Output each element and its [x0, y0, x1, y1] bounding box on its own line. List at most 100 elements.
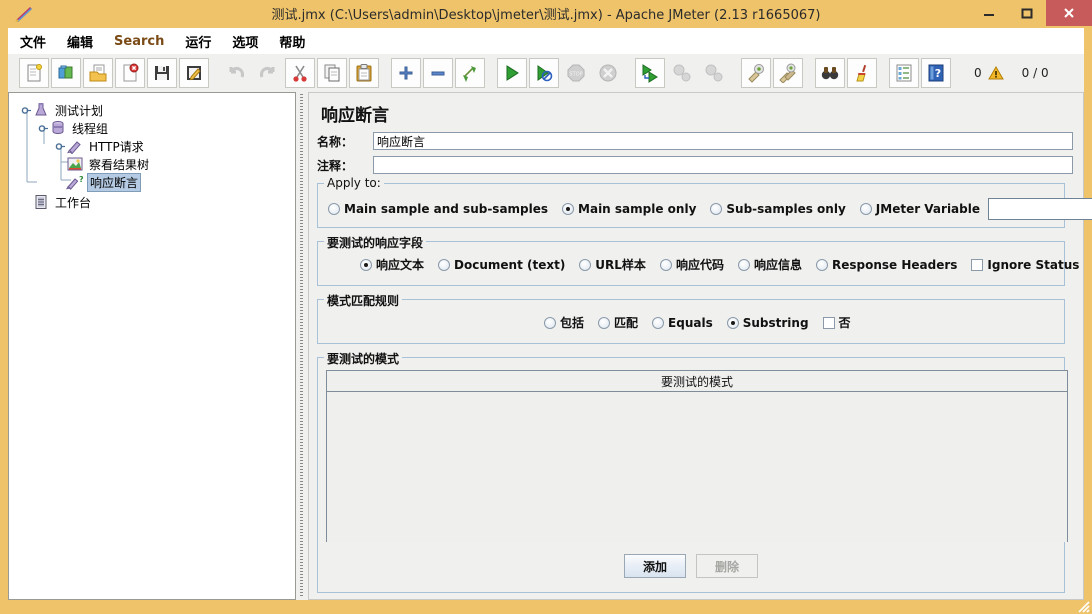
remote-stop-all-icon	[673, 64, 691, 82]
thread-group-icon	[52, 121, 64, 134]
menu-options[interactable]: 选项	[223, 29, 267, 54]
close-file-icon	[123, 63, 139, 82]
name-input[interactable]: 响应断言	[373, 132, 1073, 150]
toolbar-separator-2	[380, 58, 390, 88]
toggle-icon	[463, 66, 476, 82]
page-title: 响应断言	[321, 106, 389, 126]
radio-matches[interactable]: 匹配	[598, 314, 638, 331]
radio-indicator	[859, 203, 872, 215]
expand-handle-icon[interactable]	[38, 123, 49, 134]
radio-indicator	[328, 203, 340, 215]
radio-indicator	[652, 316, 665, 329]
panel-splitter[interactable]	[297, 92, 306, 600]
checkbox-indicator	[971, 258, 984, 271]
toolbar-cut-button[interactable]	[285, 58, 315, 88]
radio-equals[interactable]: Equals	[652, 316, 713, 330]
menu-search[interactable]: Search	[105, 31, 173, 52]
radio-indicator	[710, 203, 723, 215]
toolbar-remote-start-all-button[interactable]	[635, 58, 665, 88]
apply-to-group: Apply to: Main sample and sub-samples Ma…	[317, 176, 1092, 228]
save-as-icon	[187, 66, 201, 81]
toolbar-stop-button: STOP	[561, 58, 591, 88]
toolbar-clear-all-button[interactable]	[773, 58, 803, 88]
toolbar-open-button[interactable]	[83, 58, 113, 88]
menu-edit[interactable]: 编辑	[58, 29, 102, 54]
radio-indicator	[659, 258, 672, 271]
radio-contains[interactable]: 包括	[544, 314, 584, 331]
tree-node-http-request[interactable]: HTTP请求	[9, 137, 295, 155]
radio-substring[interactable]: Substring	[726, 316, 809, 330]
expand-handle-icon[interactable]	[21, 105, 32, 116]
radio-response-message[interactable]: 响应信息	[737, 256, 802, 273]
radio-sub-samples-only[interactable]: Sub-samples only	[710, 202, 846, 216]
toolbar-separator-8	[952, 58, 962, 88]
radio-jmeter-variable[interactable]: JMeter Variable	[859, 202, 980, 216]
toolbar-search-button[interactable]	[815, 58, 845, 88]
toolbar-templates-button[interactable]	[51, 58, 81, 88]
toolbar-start-no-timers-button[interactable]	[529, 58, 559, 88]
templates-icon	[58, 65, 73, 79]
patterns-table-body[interactable]	[327, 392, 1067, 542]
radio-indicator	[438, 258, 451, 271]
toolbar-function-helper-button[interactable]	[889, 58, 919, 88]
response-field-group: 要测试的响应字段 响应文本 Document (text) URL样本 响应代码…	[317, 234, 1079, 286]
radio-label: Response Headers	[831, 257, 958, 272]
tree-node-view-results-tree[interactable]: 察看结果树	[9, 155, 295, 173]
radio-label: Equals	[668, 315, 713, 330]
toolbar-new-button[interactable]	[19, 58, 49, 88]
toolbar-clear-button[interactable]	[741, 58, 771, 88]
toolbar-redo-button	[253, 58, 283, 88]
patterns-title: 要测试的模式	[324, 350, 403, 367]
toolbar-paste-button[interactable]	[349, 58, 379, 88]
test-plan-tree[interactable]: 测试计划 线程组 HTTP请求 察看结果树 ? 响应断言 工作台	[8, 92, 296, 600]
menu-run[interactable]: 运行	[176, 29, 220, 54]
copy-icon	[324, 64, 340, 82]
radio-indicator	[579, 258, 592, 271]
tree-node-test-plan[interactable]: 测试计划	[9, 101, 295, 119]
toolbar-collapse-all-button[interactable]	[423, 58, 453, 88]
toolbar-save-as-button[interactable]	[179, 58, 209, 88]
tree-node-workbench[interactable]: 工作台	[9, 193, 295, 211]
radio-main-sample-only[interactable]: Main sample only	[562, 202, 696, 216]
minimize-button[interactable]	[970, 0, 1008, 26]
menu-file[interactable]: 文件	[11, 29, 55, 54]
toolbar-expand-all-button[interactable]	[391, 58, 421, 88]
tree-node-response-assertion[interactable]: ? 响应断言	[9, 172, 295, 192]
name-field-row: 名称： 响应断言	[317, 131, 1077, 151]
toolbar-copy-button[interactable]	[317, 58, 347, 88]
jmeter-variable-input[interactable]	[988, 198, 1092, 220]
radio-label: Main sample and sub-samples	[344, 202, 549, 216]
title-bar: 测试.jmx (C:\Users\admin\Desktop\jmeter\测试…	[0, 0, 1092, 28]
radio-document-text[interactable]: Document (text)	[438, 258, 565, 272]
checkbox-ignore-status[interactable]: Ignore Status	[971, 258, 1079, 272]
tree-node-thread-group[interactable]: 线程组	[9, 119, 295, 137]
window-resize-grip[interactable]	[1076, 599, 1090, 613]
checkbox-not[interactable]: 否	[822, 314, 851, 331]
menu-help[interactable]: 帮助	[270, 29, 314, 54]
toolbar-help-button[interactable]: ?	[921, 58, 951, 88]
warning-count: 0	[974, 66, 982, 80]
expand-handle-icon[interactable]	[55, 141, 66, 152]
radio-response-text[interactable]: 响应文本	[360, 256, 424, 273]
toolbar-remote-stop-all-button	[667, 58, 697, 88]
toolbar-close-button[interactable]	[115, 58, 145, 88]
radio-response-headers[interactable]: Response Headers	[815, 257, 958, 272]
clear-all-icon	[779, 63, 796, 83]
radio-main-sample-and-sub-samples[interactable]: Main sample and sub-samples	[328, 202, 548, 216]
patterns-group: 要测试的模式 要测试的模式 添加 删除	[317, 350, 1068, 593]
radio-label: Document (text)	[454, 257, 566, 272]
close-button[interactable]	[1046, 0, 1092, 26]
maximize-button[interactable]	[1008, 0, 1046, 26]
comment-input[interactable]	[373, 156, 1073, 174]
toolbar-save-button[interactable]	[147, 58, 177, 88]
patterns-table[interactable]: 要测试的模式	[326, 370, 1068, 542]
toolbar-search-reset-button[interactable]	[847, 58, 877, 88]
toolbar-toggle-button[interactable]	[455, 58, 485, 88]
cut-icon	[293, 65, 307, 82]
radio-response-code[interactable]: 响应代码	[659, 256, 724, 273]
add-pattern-button[interactable]: 添加	[624, 554, 686, 578]
warning-triangle-icon[interactable]	[987, 65, 1004, 81]
radio-url-sample[interactable]: URL样本	[579, 256, 646, 273]
toolbar-start-button[interactable]	[497, 58, 527, 88]
tree-label-thread-group: 线程组	[72, 121, 109, 136]
